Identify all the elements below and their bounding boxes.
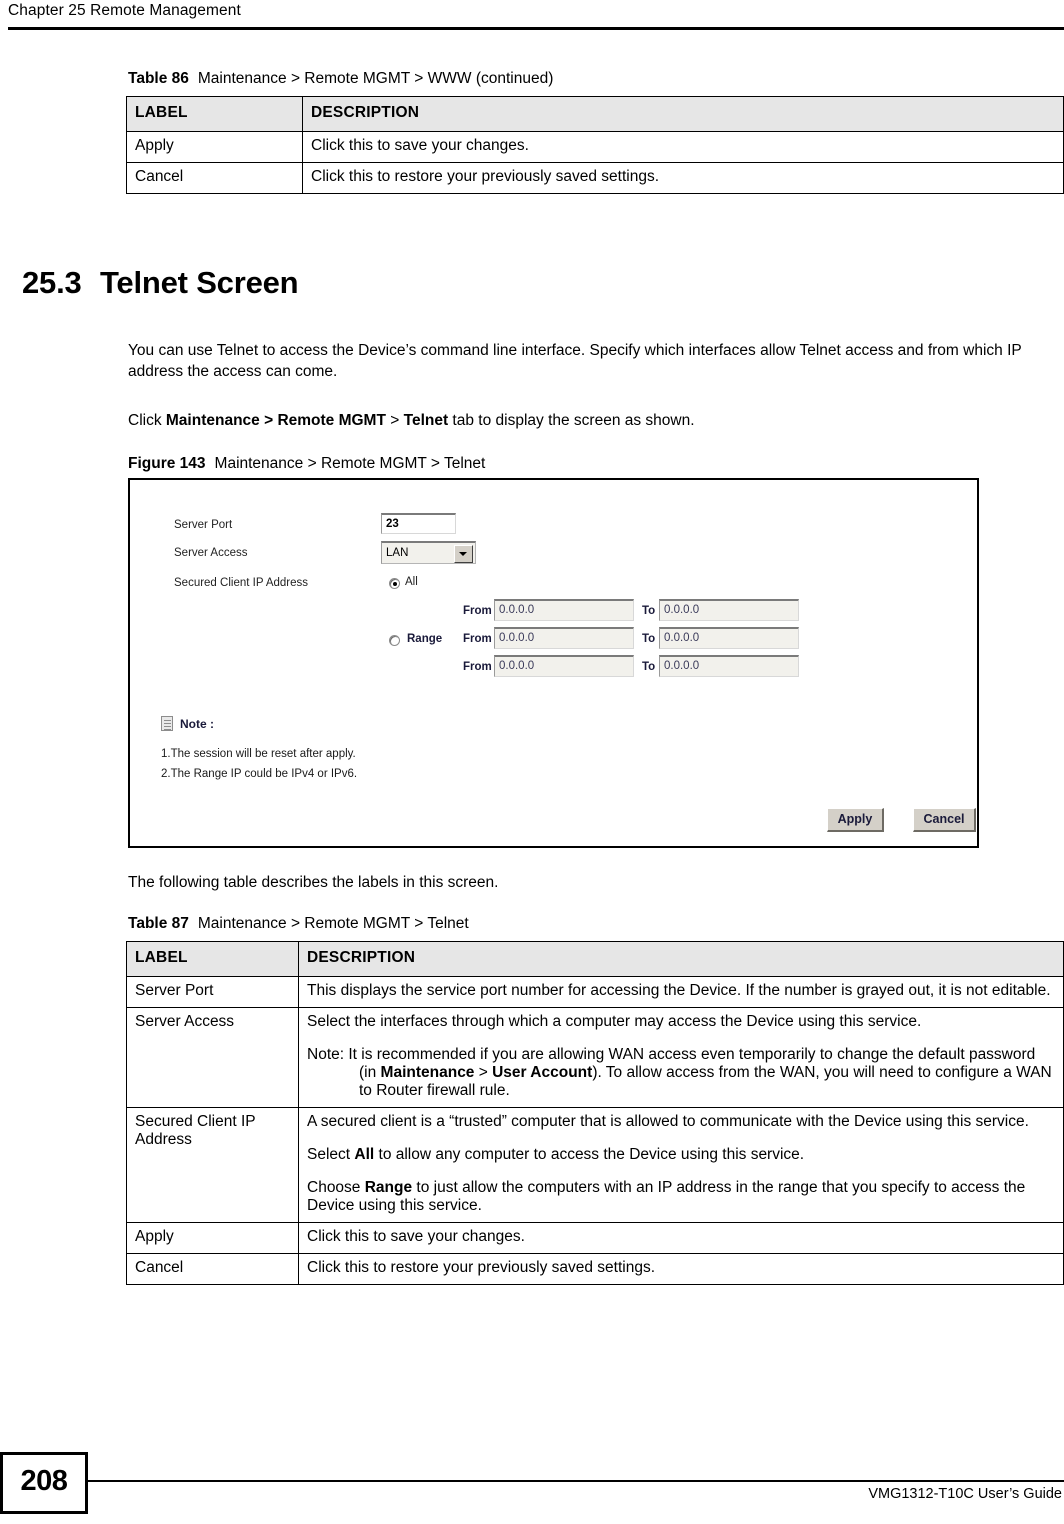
radio-range[interactable] (389, 635, 400, 646)
table87-row3-para0: Click this to save your changes. (307, 1228, 525, 1245)
to-label-1: To (642, 605, 656, 617)
click-bold-menu: Maintenance > Remote MGMT (165, 412, 386, 429)
table87-row1-para1: Note: It is recommended if you are allow… (307, 1046, 1052, 1099)
range-from-input-3[interactable]: 0.0.0.0 (494, 655, 634, 677)
section-title: Telnet Screen (100, 265, 299, 300)
chevron-down-icon[interactable] (454, 545, 473, 563)
table86-caption-label: Table 86 (128, 70, 189, 87)
section-number: 25.3 (22, 265, 82, 300)
table87-row0-description: This displays the service port number fo… (298, 976, 1064, 1008)
note-document-icon (161, 716, 173, 731)
click-prefix: Click (128, 412, 166, 429)
table87-row2-description: A secured client is a “trusted” computer… (298, 1107, 1064, 1223)
range-to-input-1[interactable]: 0.0.0.0 (659, 599, 799, 621)
server-access-value: LAN (386, 547, 409, 559)
table87-intro-paragraph: The following table describes the labels… (128, 874, 499, 891)
table-row: Server Port This displays the service por… (126, 976, 1064, 1008)
from-label-1: From (463, 605, 492, 617)
table86-col-label: LABEL (126, 96, 303, 132)
table86-row0-label: Apply (126, 131, 303, 163)
page-title: 25.3 Telnet Screen (22, 265, 299, 301)
server-port-label: Server Port (174, 519, 233, 531)
figure143-screenshot: Server Port 23 Server Access LAN Secured… (128, 478, 979, 848)
table-row: Cancel Click this to restore your previo… (126, 162, 1064, 194)
figure143-caption-label: Figure 143 (128, 455, 206, 472)
figure143-caption-text: Maintenance > Remote MGMT > Telnet (214, 455, 486, 472)
server-access-select[interactable]: LAN (381, 541, 476, 564)
chapter-title: Chapter 25 Remote Management (8, 2, 241, 19)
to-label-3: To (642, 661, 656, 673)
table87-caption-text: Maintenance > Remote MGMT > Telnet (197, 915, 469, 932)
range-to-input-2[interactable]: 0.0.0.0 (659, 627, 799, 649)
table87-row1-label: Server Access (126, 1007, 299, 1108)
footer-divider (86, 1480, 1064, 1482)
guide-title: VMG1312-T10C User’s Guide (868, 1486, 1062, 1502)
table87-row4-para0: Click this to restore your previously sa… (307, 1259, 656, 1276)
click-separator: > (385, 412, 404, 429)
table87-row1-para0: Select the interfaces through which a co… (307, 1013, 922, 1030)
header-divider (8, 27, 1064, 30)
table-row: Secured Client IP Address A secured clien… (126, 1107, 1064, 1223)
click-suffix: tab to display the screen as shown. (448, 412, 695, 429)
table86-row0-description: Click this to save your changes. (302, 131, 1064, 163)
note-line-2: 2.The Range IP could be IPv4 or IPv6. (161, 768, 358, 780)
table86: LABEL DESCRIPTION Apply Click this to sa… (126, 96, 1064, 194)
table-row: Apply Click this to save your changes. (126, 131, 1064, 163)
page-number: 208 (20, 1465, 68, 1497)
table87-row2-para1: Select All to allow any computer to acce… (307, 1146, 805, 1163)
figure143-caption: Figure 143 Maintenance > Remote MGMT > Te… (128, 455, 485, 473)
cancel-button[interactable]: Cancel (913, 808, 976, 832)
table-row: Server Access Select the interfaces throu… (126, 1007, 1064, 1108)
secured-client-ip-label: Secured Client IP Address (174, 577, 309, 589)
table87-row2-label: Secured Client IP Address (126, 1107, 299, 1223)
table87-row1-description: Select the interfaces through which a co… (298, 1007, 1064, 1108)
from-label-3: From (463, 661, 492, 673)
radio-all[interactable] (389, 578, 400, 589)
table87-row3-label: Apply (126, 1222, 299, 1254)
apply-button[interactable]: Apply (827, 808, 884, 832)
table87-caption: Table 87 Maintenance > Remote MGMT > Teln… (128, 915, 469, 933)
table87: LABEL DESCRIPTION Server Port This displa… (126, 941, 1064, 1285)
table87-row2-para0: A secured client is a “trusted” computer… (307, 1113, 1029, 1130)
table87-row4-description: Click this to restore your previously sa… (298, 1253, 1064, 1285)
range-from-input-1[interactable]: 0.0.0.0 (494, 599, 634, 621)
range-to-input-3[interactable]: 0.0.0.0 (659, 655, 799, 677)
radio-all-label: All (405, 576, 418, 588)
table87-body: Server Port This displays the service por… (126, 976, 1064, 1285)
note-title: Note : (180, 717, 214, 731)
page-header: Chapter 25 Remote Management (0, 0, 1064, 32)
table86-col-description: DESCRIPTION (302, 96, 1064, 132)
radio-range-label: Range (407, 633, 443, 645)
table87-row4-label: Cancel (126, 1253, 299, 1285)
table87-col-description: DESCRIPTION (298, 941, 1064, 977)
range-from-input-2[interactable]: 0.0.0.0 (494, 627, 634, 649)
table87-row0-label: Server Port (126, 976, 299, 1008)
server-port-input[interactable]: 23 (381, 513, 456, 534)
table87-caption-label: Table 87 (128, 915, 189, 932)
server-access-label: Server Access (174, 547, 248, 559)
table87-row2-para2: Choose Range to just allow the computers… (307, 1179, 1026, 1214)
table86-header-row: LABEL DESCRIPTION (126, 96, 1064, 132)
from-label-2: From (463, 633, 492, 645)
table86-caption-text: Maintenance > Remote MGMT > WWW (continu… (197, 70, 554, 87)
table87-row0-para0: This displays the service port number fo… (307, 982, 1051, 999)
to-label-2: To (642, 633, 656, 645)
table-row: Cancel Click this to restore your previou… (126, 1253, 1064, 1285)
note-line-1: 1.The session will be reset after apply. (161, 748, 356, 760)
table-row: Apply Click this to save your changes. (126, 1222, 1064, 1254)
click-bold-tab: Telnet (403, 412, 449, 429)
table87-header-row: LABEL DESCRIPTION (126, 941, 1064, 977)
table87-row3-description: Click this to save your changes. (298, 1222, 1064, 1254)
table86-caption: Table 86 Maintenance > Remote MGMT > WWW … (128, 70, 553, 88)
click-path-paragraph: Click Maintenance > Remote MGMT > Telnet… (128, 410, 1033, 431)
table87-col-label: LABEL (126, 941, 299, 977)
table86-row1-label: Cancel (126, 162, 303, 194)
intro-paragraph: You can use Telnet to access the Device’… (128, 342, 1022, 380)
table86-row1-description: Click this to restore your previously sa… (302, 162, 1064, 194)
